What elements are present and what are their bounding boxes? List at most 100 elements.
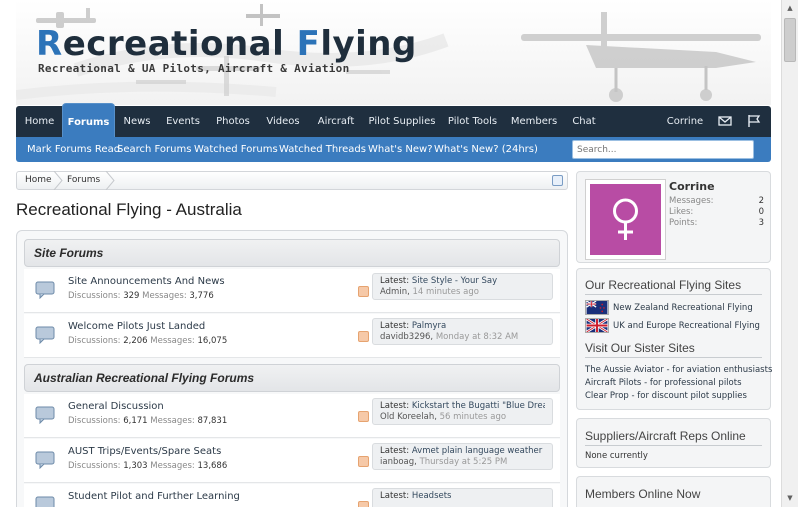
category-header-australian-forums[interactable]: Australian Recreational Flying Forums: [24, 364, 560, 392]
forum-title[interactable]: Welcome Pilots Just Landed: [68, 321, 205, 332]
page-title: Recreational Flying - Australia: [16, 200, 242, 219]
main-navigation: Home Forums News Events Photos Videos Ai…: [16, 103, 771, 137]
forum-row[interactable]: Site Announcements And News Discussions:…: [24, 269, 560, 313]
nav-tab-aircraft[interactable]: Aircraft: [312, 106, 360, 137]
nav-tab-videos[interactable]: Videos: [262, 106, 304, 137]
latest-user-link[interactable]: ianboag: [380, 457, 414, 467]
aircraft-pilots-link[interactable]: Aircraft Pilots - for professional pilot…: [585, 378, 742, 388]
latest-post: Latest: Palmyra davidb3296, Monday at 8:…: [372, 318, 553, 345]
latest-thread-link[interactable]: Headsets: [412, 491, 452, 501]
forum-title[interactable]: Site Announcements And News: [68, 276, 225, 287]
nav-tab-pilot-supplies[interactable]: Pilot Supplies: [368, 106, 436, 137]
envelope-icon[interactable]: [718, 114, 732, 128]
search-forums-link[interactable]: Search Forums: [117, 137, 191, 162]
our-sites-panel: Our Recreational Flying Sites New Zealan…: [576, 268, 772, 410]
female-symbol-icon: [613, 198, 638, 240]
site-logo[interactable]: Recreational Flying: [36, 24, 417, 64]
logo-text-part2: lying: [320, 24, 417, 64]
latest-user-link[interactable]: Old Koreelah: [380, 412, 434, 422]
latest-post: Latest: Kickstart the Bugatti "Blue Drea…: [372, 398, 553, 425]
sidebar-heading: Members Online Now: [585, 487, 701, 501]
forum-stats: Discussions: 1,303 Messages: 13,686: [68, 461, 228, 471]
nz-flag-icon: [585, 300, 609, 315]
divider: [585, 445, 762, 446]
category-title: Australian Recreational Flying Forums: [34, 371, 255, 385]
forum-read-icon: [35, 496, 55, 507]
sidebar-heading: Our Recreational Flying Sites: [585, 278, 742, 292]
forum-read-icon: [35, 281, 55, 299]
latest-thread-link[interactable]: Site Style - Your Say: [412, 276, 497, 286]
latest-thread-link[interactable]: Kickstart the Bugatti "Blue Drea...: [412, 401, 545, 411]
vertical-scrollbar[interactable]: ▲ ▼: [781, 0, 798, 507]
rss-feed-icon[interactable]: [358, 411, 369, 422]
rss-feed-icon[interactable]: [358, 501, 369, 507]
scrollbar-thumb[interactable]: [784, 18, 796, 62]
avatar[interactable]: [586, 180, 665, 259]
nav-tab-news[interactable]: News: [117, 106, 157, 137]
search-input[interactable]: [572, 140, 754, 159]
clear-prop-link[interactable]: Clear Prop - for discount pilot supplies: [585, 391, 747, 401]
forum-stats: Discussions: 329 Messages: 3,776: [68, 291, 214, 301]
breadcrumb-forums[interactable]: Forums: [67, 172, 100, 189]
logo-text-part1: ecreational: [62, 24, 297, 64]
forum-row[interactable]: Welcome Pilots Just Landed Discussions: …: [24, 314, 560, 358]
latest-post: Latest: Site Style - Your Say Admin, 14 …: [372, 273, 553, 300]
latest-user-link[interactable]: Admin: [380, 287, 407, 297]
latest-thread-link[interactable]: Avmet plain language weather: [412, 446, 542, 456]
nav-tab-photos[interactable]: Photos: [212, 106, 254, 137]
nz-site-link[interactable]: New Zealand Recreational Flying: [613, 303, 753, 313]
watched-forums-link[interactable]: Watched Forums: [194, 137, 278, 162]
mark-forums-read-link[interactable]: Mark Forums Read: [27, 137, 120, 162]
forum-stats: Discussions: 6,171 Messages: 87,831: [68, 416, 228, 426]
nav-tab-members[interactable]: Members: [508, 106, 560, 137]
category-header-site-forums[interactable]: Site Forums: [24, 239, 560, 267]
uk-flag-icon: [585, 318, 609, 333]
divider: [585, 294, 762, 295]
flag-icon[interactable]: [747, 114, 761, 128]
logo-letter-r: R: [36, 24, 63, 64]
members-online-panel: Members Online Now: [576, 476, 771, 507]
rss-feed-icon[interactable]: [358, 456, 369, 467]
breadcrumb-home[interactable]: Home: [25, 172, 52, 189]
suppliers-status: None currently: [585, 451, 648, 461]
forum-read-icon: [35, 406, 55, 424]
breadcrumb: Home Forums: [16, 171, 568, 190]
latest-thread-link[interactable]: Palmyra: [412, 321, 446, 331]
forum-title[interactable]: General Discussion: [68, 401, 164, 412]
aussie-aviator-link[interactable]: The Aussie Aviator - for aviation enthus…: [585, 365, 772, 375]
rss-feed-icon[interactable]: [358, 331, 369, 342]
nav-tab-chat[interactable]: Chat: [568, 106, 600, 137]
forum-row[interactable]: Student Pilot and Further Learning Lates…: [24, 484, 560, 507]
nav-user-menu[interactable]: Corrine: [664, 106, 706, 137]
nav-tab-forums[interactable]: Forums: [62, 103, 115, 137]
sidebar-heading: Suppliers/Aircraft Reps Online: [585, 429, 746, 443]
forum-row[interactable]: AUST Trips/Events/Spare Seats Discussion…: [24, 439, 560, 483]
forum-list: Site Forums Site Announcements And News …: [16, 230, 568, 507]
visitor-stat-messages: Messages: 2: [669, 196, 764, 206]
nav-tab-events[interactable]: Events: [163, 106, 203, 137]
site-header: Recreational Flying Recreational & UA Pi…: [16, 0, 771, 105]
jump-to-page-icon[interactable]: [552, 175, 563, 186]
visitor-name[interactable]: Corrine: [669, 180, 715, 193]
scroll-up-arrow-icon[interactable]: ▲: [782, 0, 798, 17]
nav-tab-pilot-tools[interactable]: Pilot Tools: [444, 106, 501, 137]
scroll-down-arrow-icon[interactable]: ▼: [782, 490, 798, 507]
latest-post: Latest: Avmet plain language weather ian…: [372, 443, 553, 470]
forum-read-icon: [35, 326, 55, 344]
latest-user-link[interactable]: davidb3296: [380, 332, 430, 342]
breadcrumb-separator-icon: [105, 171, 115, 190]
watched-threads-link[interactable]: Watched Threads: [279, 137, 366, 162]
forum-row[interactable]: General Discussion Discussions: 6,171 Me…: [24, 394, 560, 438]
divider: [585, 357, 762, 358]
whats-new-24hrs-link[interactable]: What's New? (24hrs): [434, 137, 538, 162]
uk-site-link[interactable]: UK and Europe Recreational Flying: [613, 321, 760, 331]
nav-tab-home[interactable]: Home: [18, 106, 61, 137]
forum-title[interactable]: AUST Trips/Events/Spare Seats: [68, 446, 221, 457]
whats-new-link[interactable]: What's New?: [368, 137, 433, 162]
forum-stats: Discussions: 2,206 Messages: 16,075: [68, 336, 228, 346]
breadcrumb-separator-icon: [53, 171, 63, 190]
forum-title[interactable]: Student Pilot and Further Learning: [68, 491, 240, 502]
site-tagline: Recreational & UA Pilots, Aircraft & Avi…: [38, 62, 350, 75]
logo-letter-f: F: [296, 24, 321, 64]
rss-feed-icon[interactable]: [358, 286, 369, 297]
